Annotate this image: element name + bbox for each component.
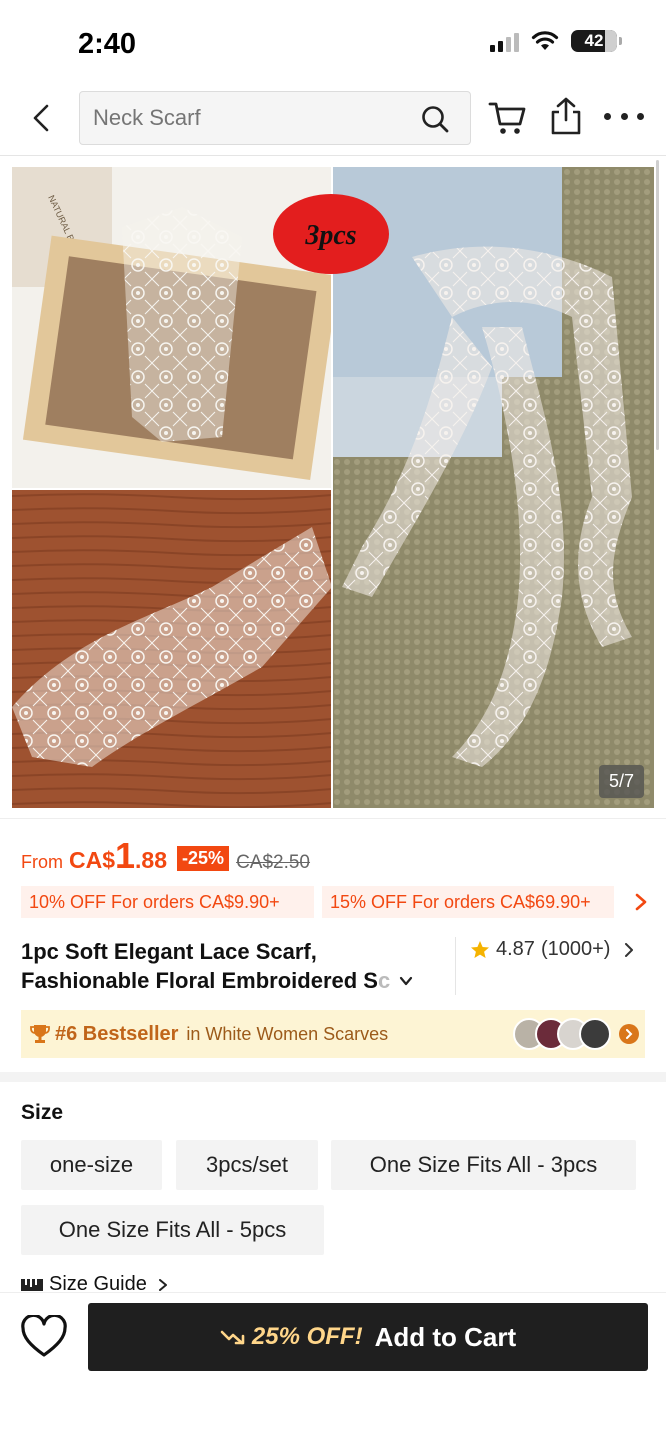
bestseller-banner[interactable]: #6 Bestseller in White Women Scarves (21, 1010, 645, 1058)
size-option[interactable]: One Size Fits All - 5pcs (21, 1205, 324, 1255)
product-image: NATURAL BEAUTY 3pcs (12, 167, 654, 808)
chevron-right-icon (625, 942, 634, 957)
bestseller-thumbnails (513, 1018, 611, 1050)
cart-icon[interactable] (488, 100, 528, 136)
product-title-line: 1pc Soft Elegant Lace Scarf, (21, 939, 317, 964)
price-integer: 1 (115, 835, 136, 876)
share-icon[interactable] (548, 96, 584, 136)
status-bar: 2:40 42 (0, 0, 666, 88)
chevron-right-icon[interactable] (619, 1024, 639, 1044)
add-to-cart-label: Add to Cart (374, 1321, 517, 1352)
back-button[interactable] (22, 98, 62, 138)
chevron-right-icon (158, 1278, 167, 1291)
chevron-right-icon[interactable] (631, 892, 651, 912)
promo-badge-text: 3pcs (304, 220, 356, 251)
cart-promo-text: 25% OFF! (251, 1323, 363, 1350)
search-icon[interactable] (420, 104, 450, 134)
page-scrollbar[interactable] (656, 160, 659, 450)
battery-nub (619, 37, 622, 45)
rating-summary[interactable]: 4.87 (1000+) (470, 938, 636, 961)
product-title-line: Fashionable Floral Embroidered Sc (21, 966, 431, 995)
status-icons: 42 (490, 30, 622, 52)
bestseller-rank: #6 Bestseller (55, 1022, 179, 1045)
original-price: CA$2.50 (236, 852, 311, 873)
search-input[interactable] (93, 92, 403, 144)
product-title[interactable]: 1pc Soft Elegant Lace Scarf, Fashionable… (21, 937, 431, 995)
divider (0, 818, 666, 819)
image-counter: 5/7 (598, 765, 644, 798)
back-arrow-icon (33, 104, 49, 132)
rating-value: 4.87 (496, 938, 535, 960)
battery-level: 42 (584, 31, 604, 50)
coupon-row[interactable]: 10% OFF For orders CA$9.90+ 15% OFF For … (21, 886, 651, 918)
thumbnail (579, 1018, 611, 1050)
add-to-cart-button[interactable]: 25% OFF! Add to Cart (88, 1303, 648, 1371)
heart-icon[interactable] (20, 1315, 68, 1359)
ruler-icon (21, 1278, 43, 1291)
status-time: 2:40 (78, 28, 137, 60)
vertical-divider (455, 937, 456, 995)
price-from-label: From (21, 852, 63, 872)
review-count: (1000+) (540, 938, 611, 960)
size-label: Size (21, 1101, 64, 1124)
trend-down-icon (220, 1330, 245, 1345)
more-icon[interactable] (604, 104, 644, 128)
coupon-tag[interactable]: 10% OFF For orders CA$9.90+ (21, 886, 314, 918)
price-currency: CA$ (69, 847, 116, 873)
chevron-down-icon[interactable] (398, 973, 414, 989)
product-image-gallery[interactable]: NATURAL BEAUTY 3pcs 5/7 (12, 167, 654, 808)
coupon-tag[interactable]: 15% OFF For orders CA$69.90+ (322, 886, 614, 918)
cellular-signal-icon (490, 30, 519, 52)
trophy-icon (30, 1025, 50, 1043)
star-icon (471, 940, 489, 958)
wifi-icon (531, 31, 559, 50)
size-option[interactable]: one-size (21, 1140, 162, 1190)
search-bar[interactable] (79, 91, 471, 145)
size-option[interactable]: 3pcs/set (176, 1140, 318, 1190)
size-option[interactable]: One Size Fits All - 3pcs (331, 1140, 636, 1190)
battery-icon: 42 (571, 30, 617, 52)
section-separator (0, 1072, 666, 1082)
discount-badge: -25% (177, 846, 230, 871)
bottom-action-bar: 25% OFF! Add to Cart (0, 1292, 666, 1440)
bestseller-category: in White Women Scarves (186, 1023, 389, 1044)
price-row: From CA$ 1 .88 -25% CA$2.50 (21, 838, 310, 878)
price-decimal: .88 (135, 847, 168, 873)
top-nav (0, 88, 666, 156)
